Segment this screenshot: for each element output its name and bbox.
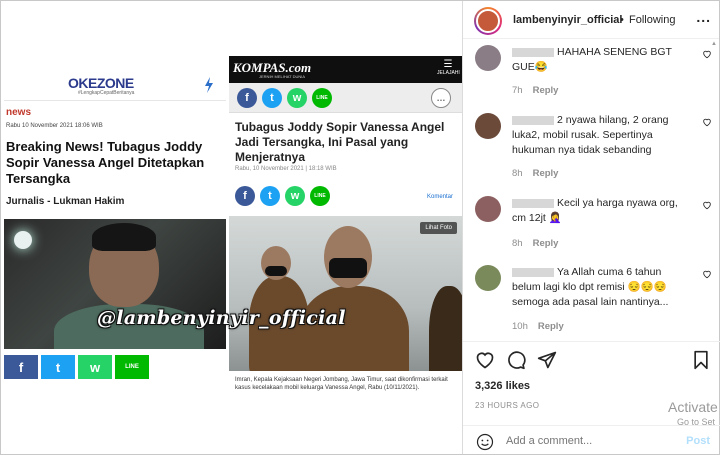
lamp-light xyxy=(14,231,32,249)
comment-text: 2 nyawa hilang, 2 orang luka2, mobil rus… xyxy=(512,114,669,156)
okezone-author: Jurnalis - Lukman Hakim xyxy=(6,196,125,207)
post-comment-button[interactable]: Post xyxy=(686,435,710,447)
comment-time: 8h xyxy=(512,238,523,249)
facebook-icon: f xyxy=(235,186,255,206)
comment-item: Ya Allah cuma 6 tahun belum lagi klo dpt… xyxy=(475,265,715,335)
commenter-name-redacted[interactable] xyxy=(512,115,554,125)
officer-center-head xyxy=(324,226,372,288)
posted-time: 23 HOURS AGO xyxy=(475,401,540,410)
reply-button[interactable]: Reply xyxy=(533,168,559,179)
bolt-icon xyxy=(205,77,213,93)
following-button[interactable]: Following xyxy=(629,14,675,26)
commenter-name-redacted[interactable] xyxy=(512,198,554,208)
avatar[interactable] xyxy=(474,7,502,35)
kompas-menu: ☰ JELAJAHI xyxy=(437,59,460,79)
comment-meta: 8h Reply xyxy=(512,168,558,179)
kompas-share-row: f t w LINE xyxy=(235,186,330,206)
hamburger-icon: ☰ xyxy=(443,59,453,70)
okezone-share-bar: f t w LINE xyxy=(4,355,149,379)
facebook-share-icon: f xyxy=(4,355,38,379)
line-share-icon: LINE xyxy=(115,355,149,379)
comment-meta: 8h Reply xyxy=(512,238,558,249)
heart-icon[interactable] xyxy=(702,200,712,210)
avatar[interactable] xyxy=(475,196,501,222)
instagram-panel: lambenyinyir_official • Following ... ▲ … xyxy=(462,1,720,455)
chat-icon: … xyxy=(431,88,451,108)
whatsapp-icon: w xyxy=(285,186,305,206)
kompas-date: Rabu, 10 November 2021 | 18:18 WIB xyxy=(235,166,337,172)
lihat-foto-button: Lihat Foto xyxy=(420,222,457,234)
officer-right xyxy=(429,286,462,371)
okezone-tagline: #LengkapCepatBeritanya xyxy=(78,90,135,96)
comment-time: 10h xyxy=(512,321,528,332)
mask xyxy=(265,266,287,276)
post-header: lambenyinyir_official • Following ... xyxy=(463,1,719,39)
comment-text: Ya Allah cuma 6 tahun belum lagi klo dpt… xyxy=(512,266,669,308)
heart-icon[interactable] xyxy=(702,117,712,127)
okezone-date: Rabu 10 November 2021 18:06 WIB xyxy=(6,123,103,129)
mask xyxy=(329,258,367,278)
okezone-photo xyxy=(4,219,226,349)
okezone-article: OKEZONE #LengkapCepatBeritanya news Rabu… xyxy=(4,69,226,389)
commenter-name-redacted[interactable] xyxy=(512,47,554,57)
comment-meta: 10h Reply xyxy=(512,321,564,332)
comment-meta: 7h Reply xyxy=(512,85,558,96)
line-icon: LINE xyxy=(310,186,330,206)
kompas-menu-label: JELAJAHI xyxy=(437,70,460,76)
person-hair xyxy=(92,223,156,251)
comment-icon[interactable] xyxy=(506,350,526,370)
heart-icon[interactable] xyxy=(702,49,712,59)
emoji-icon[interactable] xyxy=(476,433,494,451)
kompas-header: KOMPAS.com JERNIH MELIHAT DUNIA ☰ JELAJA… xyxy=(229,56,462,83)
post-image: OKEZONE #LengkapCepatBeritanya news Rabu… xyxy=(1,1,462,454)
twitter-icon: t xyxy=(260,186,280,206)
comment-time: 7h xyxy=(512,85,523,96)
avatar[interactable] xyxy=(475,45,501,71)
facebook-icon: f xyxy=(237,88,257,108)
avatar[interactable] xyxy=(475,113,501,139)
comment-text: HAHAHA SENENG BGT GUE😂 xyxy=(512,46,672,73)
comment-time: 8h xyxy=(512,168,523,179)
kompas-komentar: Komentar xyxy=(426,194,453,200)
reply-button[interactable]: Reply xyxy=(533,238,559,249)
reply-button[interactable]: Reply xyxy=(538,321,564,332)
okezone-header: OKEZONE #LengkapCepatBeritanya xyxy=(4,69,226,101)
twitter-share-icon: t xyxy=(41,355,75,379)
likes-count[interactable]: 3,326 likes xyxy=(475,380,530,392)
bookmark-icon[interactable] xyxy=(691,350,711,370)
line-icon: LINE xyxy=(312,88,332,108)
okezone-category: news xyxy=(6,107,32,118)
kompas-article: KOMPAS.com JERNIH MELIHAT DUNIA ☰ JELAJA… xyxy=(229,56,462,406)
okezone-logo: OKEZONE xyxy=(68,75,134,91)
kompas-caption: Imran, Kepala Kejaksaan Negeri Jombang, … xyxy=(235,377,448,391)
share-icon[interactable] xyxy=(537,350,557,370)
separator-dot: • xyxy=(620,14,624,26)
kompas-share-bar: f t w LINE … xyxy=(229,83,462,113)
kompas-photo: Lihat Foto xyxy=(229,216,462,371)
add-comment-row: Post xyxy=(463,425,720,455)
heart-icon[interactable] xyxy=(702,269,712,279)
username-link[interactable]: lambenyinyir_official xyxy=(513,14,622,26)
whatsapp-icon: w xyxy=(287,88,307,108)
kompas-title: Tubagus Joddy Sopir Vanessa Angel Jadi T… xyxy=(235,120,445,164)
okezone-title: Breaking News! Tubagus Joddy Sopir Vanes… xyxy=(6,139,205,186)
avatar[interactable] xyxy=(475,265,501,291)
comment-item: HAHAHA SENENG BGT GUE😂 7h Reply xyxy=(475,45,715,100)
like-heart-icon[interactable] xyxy=(475,350,495,370)
windows-activate-watermark: Activate xyxy=(668,399,718,415)
whatsapp-share-icon: w xyxy=(78,355,112,379)
add-comment-input[interactable] xyxy=(506,435,656,447)
comment-item: Kecil ya harga nyawa org, cm 12jt 🤦‍♀️ 8… xyxy=(475,196,715,251)
more-options-icon[interactable]: ... xyxy=(696,9,711,25)
comment-item: 2 nyawa hilang, 2 orang luka2, mobil rus… xyxy=(475,113,715,183)
comment-text: Kecil ya harga nyawa org, cm 12jt 🤦‍♀️ xyxy=(512,197,678,224)
kompas-subtitle: JERNIH MELIHAT DUNIA xyxy=(259,74,306,79)
commenter-name-redacted[interactable] xyxy=(512,267,554,277)
reply-button[interactable]: Reply xyxy=(533,85,559,96)
watermark: @lambenyinyir_official xyxy=(97,307,346,329)
twitter-icon: t xyxy=(262,88,282,108)
